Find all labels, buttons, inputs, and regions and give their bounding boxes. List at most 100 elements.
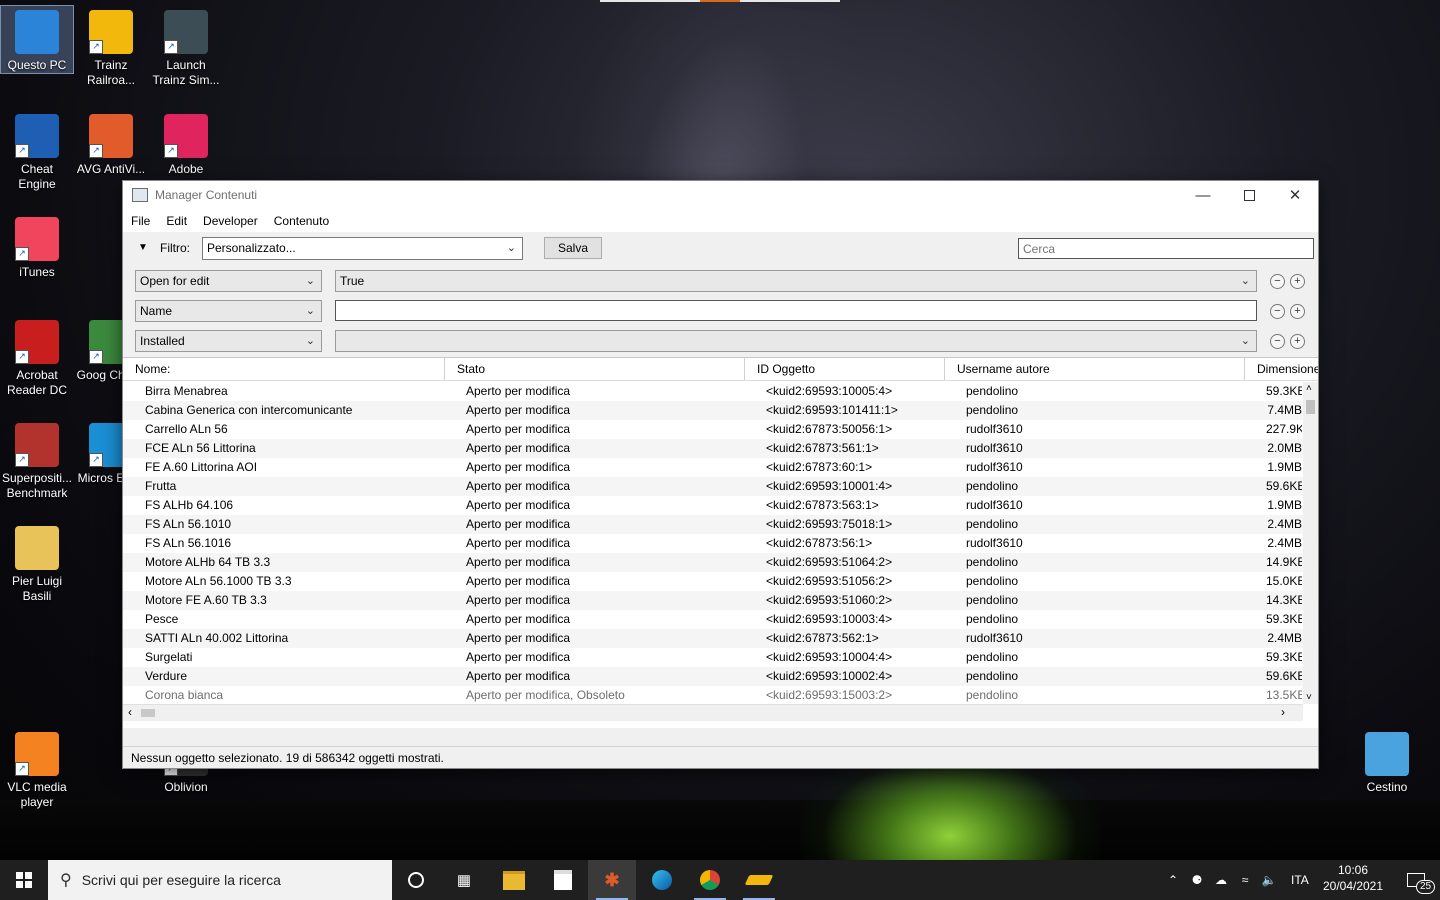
- taskbar-edge[interactable]: [638, 860, 686, 900]
- taskbar-trainz[interactable]: [735, 860, 783, 900]
- taskbar-chrome[interactable]: [686, 860, 734, 900]
- minimize-button[interactable]: —: [1180, 181, 1226, 209]
- desktop-icon-benchmark[interactable]: ↗ Superpositi... Benchmark: [1, 419, 73, 501]
- desktop-icon-label: Launch Trainz Sim...: [152, 58, 220, 87]
- chevron-down-icon: ⌄: [305, 275, 315, 287]
- table-row[interactable]: FCE ALn 56 Littorina Aperto per modifica <…: [123, 439, 1303, 458]
- condition-value-input-2[interactable]: [335, 300, 1257, 321]
- close-button[interactable]: ✕: [1272, 181, 1318, 209]
- add-condition-button-3[interactable]: +: [1290, 334, 1305, 349]
- condition-field-dropdown-2[interactable]: Name ⌄: [135, 300, 322, 322]
- table-row[interactable]: Motore ALHb 64 TB 3.3 Aperto per modifica…: [123, 553, 1303, 572]
- desktop-icon-trainz[interactable]: ↗ Trainz Railroa...: [75, 6, 147, 88]
- table-row[interactable]: Carrello ALn 56 Aperto per modifica <kuid2…: [123, 420, 1303, 439]
- action-center-button[interactable]: 25: [1392, 860, 1440, 900]
- desktop-icon-computer[interactable]: Questo PC: [0, 5, 74, 74]
- content-list: Nome: Stato ID Oggetto Username autore D…: [123, 357, 1318, 728]
- search-input[interactable]: [1018, 238, 1314, 259]
- column-header-size[interactable]: Dimensione: [1245, 358, 1318, 380]
- scroll-down-icon[interactable]: ˅: [1306, 692, 1312, 703]
- taskbar-file-explorer[interactable]: [490, 860, 538, 900]
- table-row[interactable]: Birra Menabrea Aperto per modifica <kuid2:…: [123, 382, 1303, 401]
- taskbar-clock[interactable]: 10:06 20/04/2021: [1313, 862, 1393, 894]
- table-row[interactable]: SATTI ALn 40.002 Littorina Aperto per mod…: [123, 629, 1303, 648]
- condition-field-dropdown-3[interactable]: Installed ⌄: [135, 330, 322, 352]
- menu-developer[interactable]: Developer: [195, 214, 266, 228]
- maximize-button[interactable]: [1226, 181, 1272, 209]
- window-title: Manager Contenuti: [155, 188, 258, 202]
- table-row[interactable]: Motore ALn 56.1000 TB 3.3 Aperto per modi…: [123, 572, 1303, 591]
- horizontal-scroll-thumb[interactable]: [141, 709, 155, 717]
- cell-object-id: <kuid2:67873:60:1>: [766, 460, 873, 474]
- computer-icon: [15, 10, 59, 54]
- content-manager-window[interactable]: Manager Contenuti — ✕ File Edit Develope…: [122, 180, 1319, 769]
- filter-dropdown[interactable]: Personalizzato... ⌄: [202, 237, 523, 260]
- tray-app-icon[interactable]: ⚈: [1185, 873, 1209, 887]
- condition-value-dropdown-3[interactable]: ⌄: [335, 330, 1257, 352]
- start-button[interactable]: [0, 860, 48, 900]
- language-indicator[interactable]: ITA: [1291, 873, 1309, 887]
- remove-condition-button-3[interactable]: −: [1270, 334, 1285, 349]
- vertical-scroll-thumb[interactable]: [1306, 400, 1315, 414]
- table-row[interactable]: Cabina Generica con intercomunicante Aper…: [123, 401, 1303, 420]
- desktop-icon-train[interactable]: ↗ Launch Trainz Sim...: [150, 6, 222, 88]
- scroll-up-icon[interactable]: ˄: [1306, 383, 1312, 394]
- desktop-icon-recycle-bin[interactable]: Cestino: [1351, 728, 1423, 795]
- cloud-icon[interactable]: ☁: [1209, 873, 1233, 887]
- scroll-right-icon[interactable]: ›: [1281, 705, 1285, 719]
- vertical-scrollbar[interactable]: ˄ ˅: [1303, 382, 1318, 704]
- scroll-left-icon[interactable]: ‹: [128, 705, 132, 719]
- remove-condition-button-2[interactable]: −: [1270, 304, 1285, 319]
- task-view-button[interactable]: ▦: [440, 860, 488, 900]
- desktop-icon-vlc[interactable]: ↗ VLC media player: [1, 728, 73, 810]
- cell-author: pendolino: [966, 479, 1019, 493]
- taskbar-store[interactable]: [539, 860, 587, 900]
- menu-contenuto[interactable]: Contenuto: [266, 214, 337, 228]
- table-row[interactable]: Pesce Aperto per modifica <kuid2:69593:100…: [123, 610, 1303, 629]
- cell-status: Aperto per modifica: [466, 498, 571, 512]
- cell-name: Surgelati: [145, 650, 193, 664]
- condition-field-dropdown-1[interactable]: Open for edit ⌄: [135, 270, 322, 292]
- remove-condition-button-1[interactable]: −: [1270, 274, 1285, 289]
- wifi-icon[interactable]: ≈: [1233, 873, 1257, 887]
- menu-edit[interactable]: Edit: [158, 214, 195, 228]
- column-header-author[interactable]: Username autore: [945, 358, 1245, 380]
- desktop-icon-avg[interactable]: ↗ AVG AntiVi...: [75, 110, 147, 177]
- desktop-icon-user-folder[interactable]: Pier Luigi Basili: [1, 522, 73, 604]
- cell-status: Aperto per modifica: [466, 574, 571, 588]
- desktop-icon-itunes[interactable]: ↗ iTunes: [1, 213, 73, 280]
- condition-value-1: True: [340, 274, 365, 288]
- column-header-status[interactable]: Stato: [445, 358, 745, 380]
- cell-size: 2.4MB: [1267, 631, 1302, 645]
- table-row[interactable]: FS ALHb 64.106 Aperto per modifica <kuid2:…: [123, 496, 1303, 515]
- condition-value-dropdown-1[interactable]: True ⌄: [335, 270, 1257, 292]
- filter-collapse-toggle[interactable]: ▼: [138, 242, 148, 253]
- add-condition-button-2[interactable]: +: [1290, 304, 1305, 319]
- taskbar-search-box[interactable]: ⚲ Scrivi qui per eseguire la ricerca: [48, 860, 392, 900]
- horizontal-scrollbar[interactable]: ‹ ›: [123, 704, 1303, 721]
- table-row[interactable]: FS ALn 56.1010 Aperto per modifica <kuid2:…: [123, 515, 1303, 534]
- cell-status: Aperto per modifica: [466, 403, 571, 417]
- add-condition-button-1[interactable]: +: [1290, 274, 1305, 289]
- taskbar-content-manager[interactable]: ✱: [588, 860, 636, 900]
- tray-expand-icon[interactable]: ⌃: [1165, 873, 1181, 887]
- table-row[interactable]: FS ALn 56.1016 Aperto per modifica <kuid2:…: [123, 534, 1303, 553]
- cortana-button[interactable]: [392, 860, 440, 900]
- save-button[interactable]: Salva: [544, 237, 602, 259]
- table-row[interactable]: Corona bianca Aperto per modifica, Obsole…: [123, 686, 1303, 704]
- volume-icon[interactable]: 🔈: [1257, 873, 1281, 887]
- table-row[interactable]: Motore FE A.60 TB 3.3 Aperto per modifica…: [123, 591, 1303, 610]
- menu-file[interactable]: File: [123, 214, 158, 228]
- column-header-object-id[interactable]: ID Oggetto: [745, 358, 945, 380]
- window-titlebar[interactable]: Manager Contenuti — ✕: [123, 181, 1318, 209]
- desktop-icon-cheat-engine[interactable]: ↗ Cheat Engine: [1, 110, 73, 192]
- desktop-icon-acrobat[interactable]: ↗ Acrobat Reader DC: [1, 316, 73, 398]
- menu-bar: File Edit Developer Contenuto: [123, 209, 1318, 232]
- table-row[interactable]: Frutta Aperto per modifica <kuid2:69593:10…: [123, 477, 1303, 496]
- chevron-down-icon: ⌄: [1240, 335, 1250, 347]
- table-row[interactable]: Verdure Aperto per modifica <kuid2:69593:1…: [123, 667, 1303, 686]
- desktop-icon-adobe-cc[interactable]: ↗ Adobe: [150, 110, 222, 177]
- table-row[interactable]: FE A.60 Littorina AOI Aperto per modifica…: [123, 458, 1303, 477]
- table-row[interactable]: Surgelati Aperto per modifica <kuid2:69593…: [123, 648, 1303, 667]
- column-header-name[interactable]: Nome:: [123, 358, 445, 380]
